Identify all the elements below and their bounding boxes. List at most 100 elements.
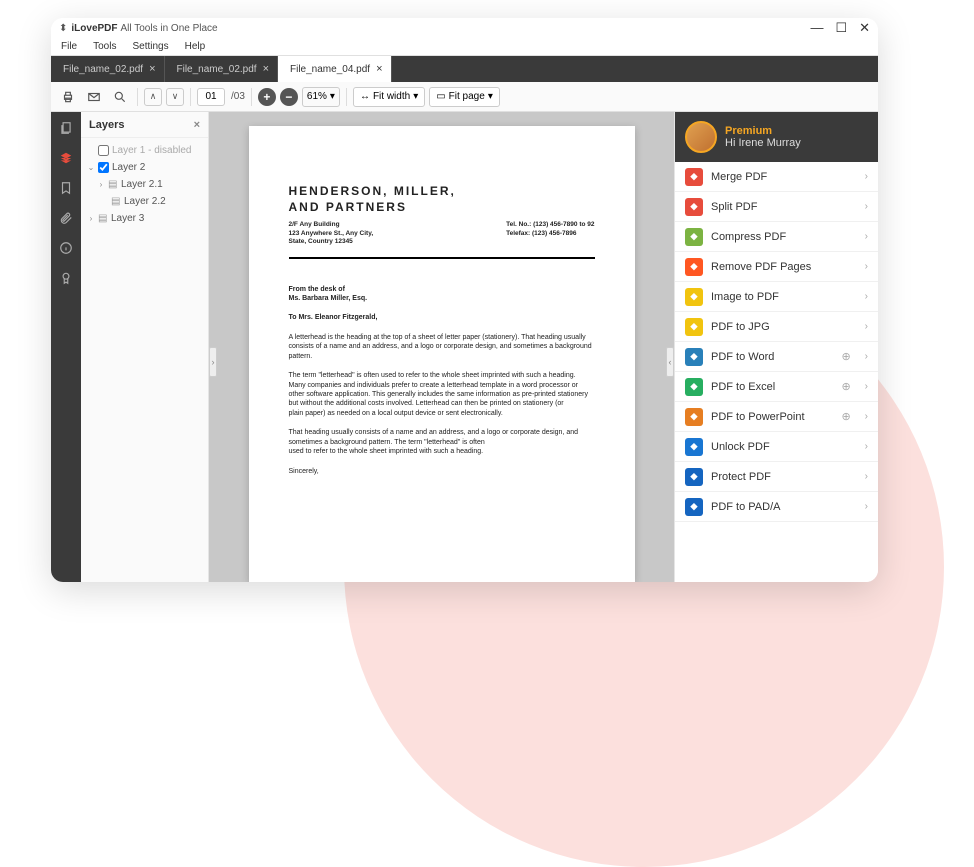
layers-title: Layers bbox=[89, 119, 124, 131]
tool-label: Merge PDF bbox=[711, 171, 767, 183]
globe-icon: ⊕ bbox=[841, 380, 850, 393]
splitter-left[interactable]: › bbox=[209, 347, 217, 377]
menu-tools[interactable]: Tools bbox=[93, 41, 116, 52]
layer-label: Layer 1 - disabled bbox=[112, 145, 192, 156]
doc-heading: HENDERSON, MILLER,AND PARTNERS bbox=[289, 184, 595, 215]
app-window: ⬍ iLovePDF All Tools in One Place — ☐ ✕ … bbox=[51, 18, 878, 582]
tab-active[interactable]: File_name_04.pdf× bbox=[278, 56, 392, 82]
chevron-right-icon: › bbox=[865, 201, 868, 212]
close-window-button[interactable]: ✕ bbox=[859, 20, 870, 36]
premium-badge: Premium bbox=[725, 125, 801, 137]
tool-label: Split PDF bbox=[711, 201, 757, 213]
layer-row[interactable]: Layer 1 - disabled bbox=[85, 142, 204, 159]
close-panel-button[interactable]: × bbox=[194, 119, 200, 131]
tool-item[interactable]: ◆Compress PDF› bbox=[675, 222, 878, 252]
certificate-icon[interactable] bbox=[56, 268, 76, 288]
app-tagline: All Tools in One Place bbox=[121, 23, 218, 34]
tool-item[interactable]: ◆PDF to PowerPoint⊕› bbox=[675, 402, 878, 432]
tab-label: File_name_02.pdf bbox=[177, 64, 257, 75]
zoom-in-button[interactable]: + bbox=[258, 88, 276, 106]
tool-icon: ◆ bbox=[685, 438, 703, 456]
tool-icon: ◆ bbox=[685, 348, 703, 366]
main-body: Layers × Layer 1 - disabled ⌄Layer 2 ›▤L… bbox=[51, 112, 878, 582]
avatar[interactable] bbox=[685, 121, 717, 153]
layer-checkbox[interactable] bbox=[98, 145, 109, 156]
pages-icon[interactable] bbox=[56, 118, 76, 138]
layer-row[interactable]: ▤Layer 2.2 bbox=[85, 193, 204, 210]
info-icon[interactable] bbox=[56, 238, 76, 258]
tool-item[interactable]: ◆PDF to Excel⊕› bbox=[675, 372, 878, 402]
bookmark-icon[interactable] bbox=[56, 178, 76, 198]
chevron-right-icon: › bbox=[865, 261, 868, 272]
page-down-button[interactable]: ∨ bbox=[166, 88, 184, 106]
tool-item[interactable]: ◆Split PDF› bbox=[675, 192, 878, 222]
chevron-right-icon: › bbox=[865, 501, 868, 512]
chevron-down-icon: ▾ bbox=[330, 91, 335, 102]
right-panel: Premium Hi Irene Murray ◆Merge PDF›◆Spli… bbox=[674, 112, 878, 582]
user-block: Premium Hi Irene Murray bbox=[675, 112, 878, 162]
print-button[interactable] bbox=[57, 86, 79, 108]
menu-help[interactable]: Help bbox=[185, 41, 206, 52]
globe-icon: ⊕ bbox=[841, 350, 850, 363]
close-tab-icon[interactable]: × bbox=[149, 63, 155, 75]
zoom-dropdown[interactable]: 61%▾ bbox=[302, 87, 340, 107]
tool-icon: ◆ bbox=[685, 318, 703, 336]
tool-icon: ◆ bbox=[685, 378, 703, 396]
layer-row[interactable]: ⌄ Layer 2 bbox=[85, 159, 204, 176]
tool-item[interactable]: ◆PDF to JPG› bbox=[675, 312, 878, 342]
splitter-right[interactable]: ‹ bbox=[666, 347, 674, 377]
chevron-down-icon[interactable]: ⌄ bbox=[87, 163, 95, 172]
minimize-button[interactable]: — bbox=[810, 20, 823, 36]
user-greeting: Hi Irene Murray bbox=[725, 137, 801, 149]
tool-label: PDF to JPG bbox=[711, 321, 770, 333]
doc-paragraph: used to refer to the whole sheet imprint… bbox=[289, 447, 595, 456]
stack-icon: ▤ bbox=[108, 179, 118, 190]
tool-label: Remove PDF Pages bbox=[711, 261, 811, 273]
fit-page-button[interactable]: ▭Fit page▾ bbox=[429, 87, 500, 107]
app-logo-icon: ⬍ bbox=[59, 23, 67, 34]
tool-label: Image to PDF bbox=[711, 291, 779, 303]
chevron-right-icon: › bbox=[865, 441, 868, 452]
menu-file[interactable]: File bbox=[61, 41, 77, 52]
page-up-button[interactable]: ∧ bbox=[144, 88, 162, 106]
menu-bar: File Tools Settings Help bbox=[51, 38, 878, 56]
email-button[interactable] bbox=[83, 86, 105, 108]
tool-item[interactable]: ◆PDF to Word⊕› bbox=[675, 342, 878, 372]
chevron-right-icon[interactable]: › bbox=[87, 214, 95, 223]
close-tab-icon[interactable]: × bbox=[376, 63, 382, 75]
layer-checkbox[interactable] bbox=[98, 162, 109, 173]
tool-item[interactable]: ◆Image to PDF› bbox=[675, 282, 878, 312]
layers-icon[interactable] bbox=[56, 148, 76, 168]
layers-panel: Layers × Layer 1 - disabled ⌄Layer 2 ›▤L… bbox=[81, 112, 209, 582]
tool-item[interactable]: ◆ Unlock PDF › bbox=[675, 432, 878, 462]
doc-to: To Mrs. Eleanor Fitzgerald, bbox=[289, 313, 595, 322]
tool-item[interactable]: ◆Merge PDF› bbox=[675, 162, 878, 192]
tool-label: Unlock PDF bbox=[711, 441, 770, 453]
chevron-right-icon[interactable]: › bbox=[97, 180, 105, 189]
document-viewport[interactable]: › ‹ HENDERSON, MILLER,AND PARTNERS 2/F A… bbox=[209, 112, 674, 582]
close-tab-icon[interactable]: × bbox=[263, 63, 269, 75]
tool-item[interactable]: ◆Remove PDF Pages› bbox=[675, 252, 878, 282]
layer-row[interactable]: ›▤Layer 2.1 bbox=[85, 176, 204, 193]
search-button[interactable] bbox=[109, 86, 131, 108]
layer-label: Layer 2 bbox=[112, 162, 145, 173]
layer-row[interactable]: ›▤Layer 3 bbox=[85, 210, 204, 227]
tab-label: File_name_02.pdf bbox=[63, 64, 143, 75]
tab[interactable]: File_name_02.pdf × bbox=[51, 56, 165, 82]
doc-paragraph: A letterhead is the heading at the top o… bbox=[289, 333, 595, 361]
fit-width-button[interactable]: ↔Fit width▾ bbox=[353, 87, 425, 107]
tool-item[interactable]: ◆PDF to PAD/A› bbox=[675, 492, 878, 522]
tool-label: PDF to PowerPoint bbox=[711, 411, 805, 423]
tab[interactable]: File_name_02.pdf × bbox=[165, 56, 279, 82]
attachment-icon[interactable] bbox=[56, 208, 76, 228]
doc-address-row: 2/F Any Building123 Anywhere St., Any Ci… bbox=[289, 221, 595, 246]
doc-divider bbox=[289, 257, 595, 259]
zoom-out-button[interactable]: − bbox=[280, 88, 298, 106]
menu-settings[interactable]: Settings bbox=[132, 41, 168, 52]
tool-item[interactable]: ◆Protect PDF› bbox=[675, 462, 878, 492]
page-input[interactable] bbox=[197, 88, 225, 106]
layer-label: Layer 2.2 bbox=[124, 196, 166, 207]
globe-icon: ⊕ bbox=[841, 410, 850, 423]
maximize-button[interactable]: ☐ bbox=[835, 20, 847, 36]
layer-label: Layer 3 bbox=[111, 213, 144, 224]
